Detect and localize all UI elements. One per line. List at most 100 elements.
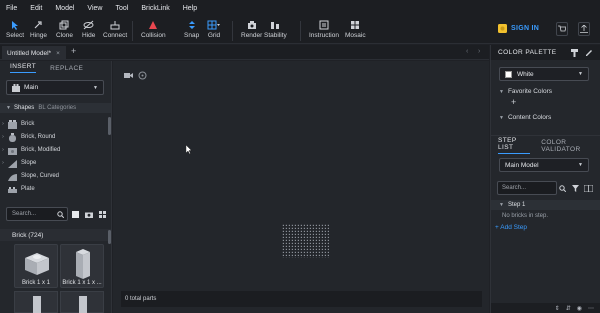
search-icon[interactable] (559, 185, 566, 192)
content-colors-section[interactable]: ▼ Content Colors (499, 114, 551, 121)
bl-categories-tab[interactable]: BL Categories (38, 105, 76, 111)
snap-toggle-button[interactable]: Snap (184, 19, 199, 39)
parts-scrollbar[interactable] (108, 230, 111, 244)
hinge-icon (33, 19, 43, 31)
add-step-button[interactable]: + Add Step (495, 224, 527, 231)
cart-button[interactable] (556, 22, 568, 36)
expand-icon[interactable]: ⇕ (555, 305, 560, 312)
part-card[interactable] (60, 291, 104, 313)
tab-step-list[interactable]: STEP LIST (498, 137, 531, 154)
chevron-right-icon[interactable]: › (0, 147, 6, 153)
tab-insert[interactable]: INSERT (10, 63, 37, 73)
menu-model[interactable]: Model (55, 5, 74, 12)
toolbar-divider (232, 21, 233, 41)
move-step-icon[interactable]: ⇵ (566, 305, 571, 312)
category-label: Slope, Curved (21, 172, 60, 179)
category-item[interactable]: Slope, Curved (0, 169, 108, 182)
collapse-steps-icon[interactable] (584, 185, 593, 192)
mosaic-button[interactable]: Mosaic (345, 19, 366, 39)
section-divider (491, 135, 600, 136)
close-icon[interactable]: × (56, 50, 60, 57)
category-label: Slope (21, 159, 37, 166)
chevron-down-icon: ▼ (93, 84, 98, 91)
hide-tool-button[interactable]: Hide (82, 19, 95, 39)
chevron-right-icon[interactable]: › (0, 160, 6, 166)
tab-replace[interactable]: REPLACE (50, 65, 83, 72)
brick-logo-icon (498, 24, 507, 33)
menu-bricklink[interactable]: BrickLink (141, 5, 169, 12)
clone-tool-button[interactable]: Clone (56, 19, 73, 39)
eyedropper-icon[interactable] (585, 49, 592, 57)
document-tab-title: Untitled Model* (7, 49, 52, 57)
more-icon[interactable]: ⋯ (588, 305, 594, 312)
instruction-button[interactable]: Instruction (309, 19, 339, 39)
color-filter-swatch[interactable] (72, 211, 79, 218)
menu-bar: File Edit Model View Tool BrickLink Help (0, 0, 600, 16)
chevron-right-icon[interactable]: › (0, 121, 6, 127)
paint-brush-icon[interactable] (571, 49, 578, 57)
favorite-colors-section[interactable]: ▼ Favorite Colors (499, 88, 552, 95)
grid-view-icon[interactable] (99, 211, 106, 218)
category-label: Brick (21, 120, 35, 127)
menu-help[interactable]: Help (183, 5, 197, 12)
chevron-down-icon: ▼ (6, 105, 11, 111)
menu-edit[interactable]: Edit (30, 5, 42, 12)
menu-tool[interactable]: Tool (115, 5, 128, 12)
category-item[interactable]: › Brick, Modified (0, 143, 108, 156)
part-card[interactable]: Brick 1 x 1 x ... (60, 244, 104, 288)
add-favorite-color-button[interactable]: + (511, 97, 516, 107)
set-dropdown[interactable]: Main ▼ (6, 80, 104, 95)
menu-view[interactable]: View (87, 5, 102, 12)
category-item[interactable]: Plate (0, 182, 108, 195)
modified-brick-thumbnail-icon (8, 147, 17, 155)
shapes-tab[interactable]: Shapes (14, 105, 34, 111)
camera-filter-icon[interactable] (85, 211, 93, 218)
visibility-icon[interactable]: ◉ (577, 305, 582, 312)
filter-icon[interactable] (572, 185, 579, 192)
color-palette-header: COLOR PALETTE (491, 45, 600, 60)
add-tab-button[interactable]: + (71, 46, 76, 56)
instruction-label: Instruction (309, 32, 339, 39)
upload-button[interactable] (578, 22, 590, 36)
stability-button[interactable]: Stability (264, 19, 287, 39)
step-search-input[interactable]: Search... (497, 181, 566, 195)
brick-1x1-thumbnail-icon (25, 253, 49, 275)
cursor-arrow-icon (10, 19, 20, 31)
part-card-label: Brick 1 x 1 (21, 280, 50, 286)
slope-thumbnail-icon (8, 159, 17, 168)
sign-in-label: SIGN IN (511, 25, 540, 32)
reset-view-icon[interactable] (138, 71, 147, 80)
step-item[interactable]: ▼ Step 1 (491, 200, 600, 210)
menu-file[interactable]: File (6, 5, 17, 12)
model-dropdown[interactable]: Main Model ▼ (499, 158, 589, 172)
plate-thumbnail-icon (8, 186, 17, 193)
toolbar-divider (132, 21, 133, 41)
grid-dropdown-button[interactable]: Grid (207, 19, 221, 39)
category-item[interactable]: › Brick, Round (0, 130, 108, 143)
category-item[interactable]: › Slope (0, 156, 108, 169)
select-tool-button[interactable]: Select (6, 19, 24, 39)
category-item[interactable]: › Brick (0, 117, 108, 130)
connect-icon (110, 19, 120, 31)
part-search-input[interactable]: Search... (6, 207, 68, 221)
chevron-right-icon[interactable]: › (0, 134, 6, 140)
empty-step-message: No bricks in step. (502, 213, 549, 219)
category-scrollbar[interactable] (108, 117, 111, 135)
tab-next-icon[interactable]: › (478, 48, 480, 55)
document-tab[interactable]: Untitled Model* × (2, 46, 66, 60)
collision-toggle-button[interactable]: Collision (141, 19, 166, 39)
round-brick-thumbnail-icon (9, 132, 16, 142)
part-group-header[interactable]: Brick (724) (0, 229, 111, 241)
camera-view-icon[interactable] (124, 72, 133, 79)
connect-tool-button[interactable]: Connect (103, 19, 127, 39)
mosaic-icon (350, 19, 360, 31)
tab-color-validator[interactable]: COLOR VALIDATOR (541, 139, 600, 153)
render-button[interactable]: Render (241, 19, 262, 39)
viewport-canvas[interactable] (113, 61, 489, 313)
hinge-tool-button[interactable]: Hinge (30, 19, 47, 39)
color-dropdown[interactable]: White ▼ (499, 67, 589, 81)
tab-prev-icon[interactable]: ‹ (466, 48, 468, 55)
part-card[interactable]: Brick 1 x 1 (14, 244, 58, 288)
sign-in-button[interactable]: SIGN IN (498, 24, 539, 33)
part-card[interactable] (14, 291, 58, 313)
